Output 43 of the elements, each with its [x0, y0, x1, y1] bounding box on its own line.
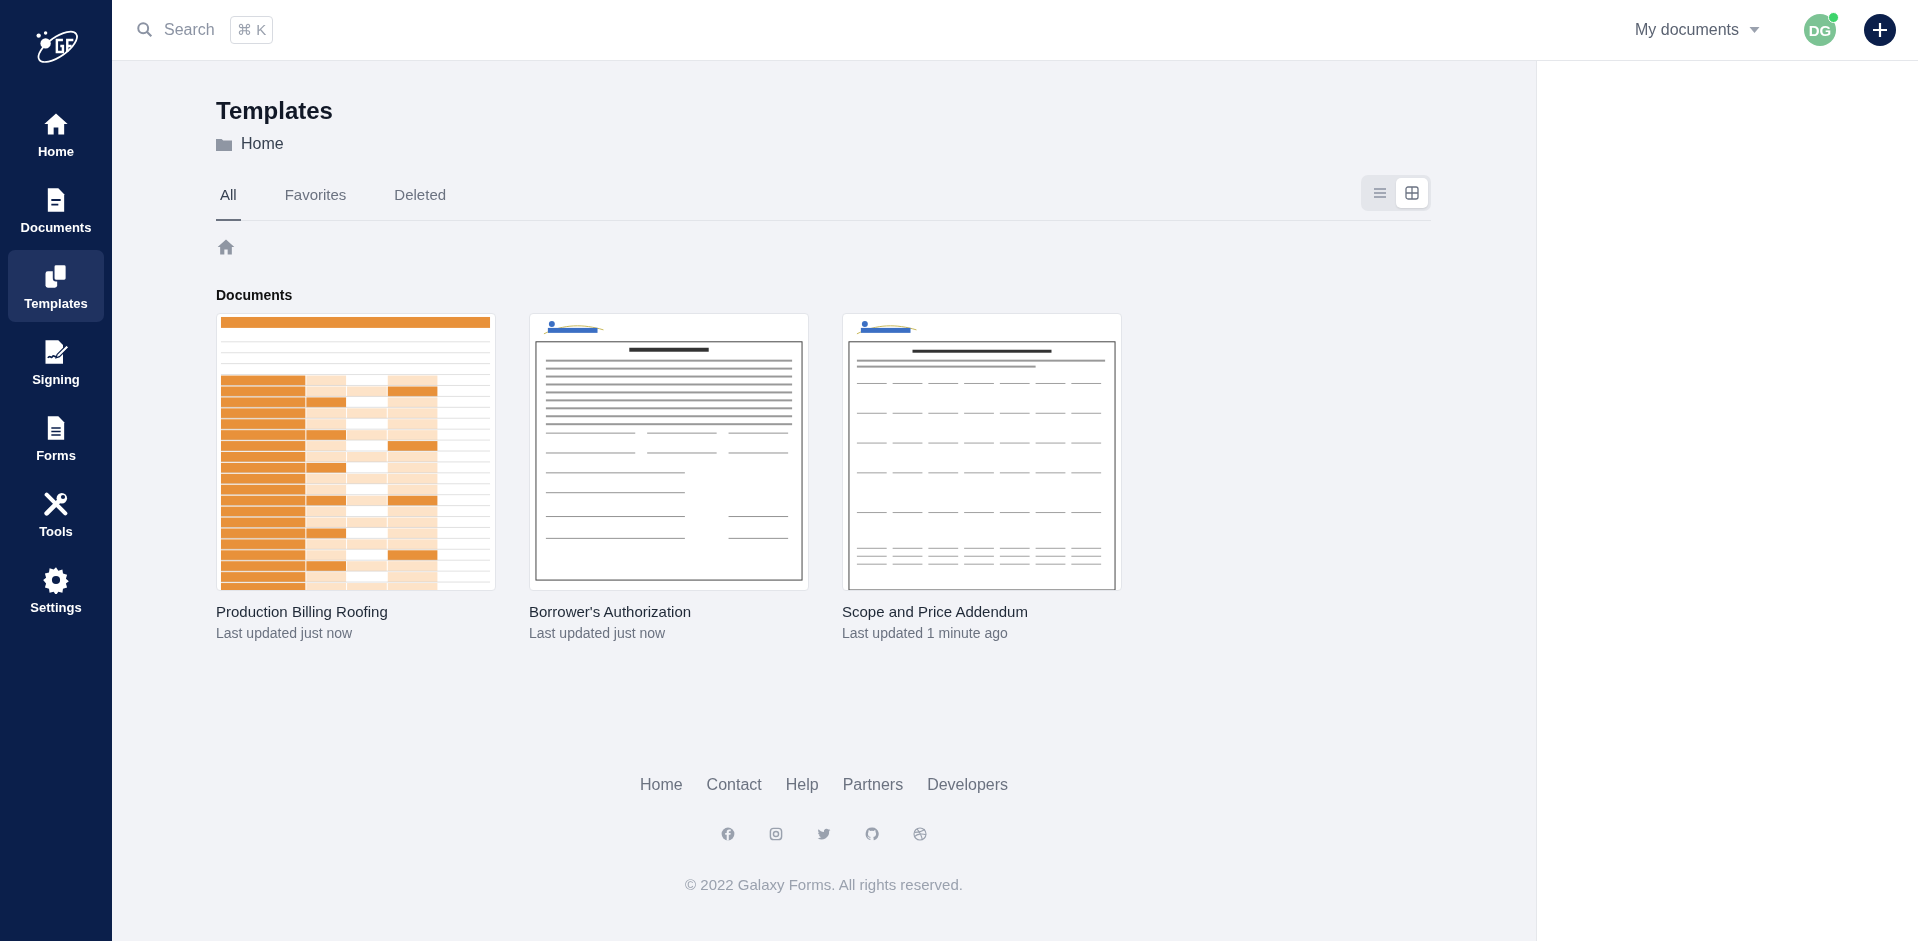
- keyboard-shortcut: ⌘ K: [230, 16, 274, 44]
- search-icon: [136, 21, 154, 39]
- home-icon[interactable]: [216, 237, 236, 257]
- last-updated: Last updated just now: [216, 625, 354, 641]
- facebook-icon[interactable]: [720, 826, 736, 842]
- instagram-icon[interactable]: [768, 826, 784, 842]
- footer-link[interactable]: Help: [785, 776, 819, 794]
- sidebar-item[interactable]: Templates: [8, 250, 104, 322]
- page-title: Templates: [216, 97, 334, 125]
- last-updated: Last updated 1 minute ago: [842, 625, 1009, 641]
- footer-link[interactable]: Home: [639, 776, 683, 794]
- tab[interactable]: All: [216, 173, 241, 221]
- footer-link[interactable]: Developers: [927, 776, 1009, 794]
- sidebar-item[interactable]: Tools: [8, 478, 104, 550]
- sidebar-item[interactable]: Settings: [8, 554, 104, 626]
- dribbble-icon[interactable]: [912, 826, 928, 842]
- search-field[interactable]: Search: [162, 20, 222, 40]
- last-updated: Last updated just now: [529, 625, 667, 641]
- caret-icon: [1749, 27, 1760, 33]
- folder-name: Home: [241, 135, 284, 153]
- twitter-icon[interactable]: [816, 826, 832, 842]
- sidebar-item[interactable]: Forms: [8, 402, 104, 474]
- sidebar-item[interactable]: Home: [8, 98, 104, 170]
- add-button[interactable]: [1864, 14, 1896, 46]
- copyright: © 2022 Galaxy Forms. All rights reserved.: [685, 876, 963, 893]
- sidebar-item[interactable]: Signing: [8, 326, 104, 398]
- document-name[interactable]: Borrower's Authorization: [529, 603, 809, 620]
- footer-link[interactable]: Contact: [706, 776, 762, 794]
- grid-icon: [1405, 185, 1419, 200]
- footer-link[interactable]: Partners: [842, 776, 904, 794]
- tab[interactable]: Deleted: [390, 173, 451, 221]
- settings-icon: [42, 565, 70, 594]
- tab[interactable]: Favorites: [280, 173, 351, 221]
- document-name[interactable]: Production Billing Roofing: [216, 603, 496, 620]
- folder-icon: [216, 137, 232, 151]
- scope-dropdown[interactable]: My documents: [1628, 20, 1766, 40]
- plus-icon: [1872, 22, 1888, 38]
- list-icon: [1373, 186, 1387, 199]
- section-title: Documents: [216, 287, 294, 303]
- grid-view-button[interactable]: [1396, 177, 1428, 208]
- sidebar-item[interactable]: Documents: [8, 174, 104, 246]
- github-icon[interactable]: [864, 826, 880, 842]
- document-name[interactable]: Scope and Price Addendum: [842, 603, 1122, 620]
